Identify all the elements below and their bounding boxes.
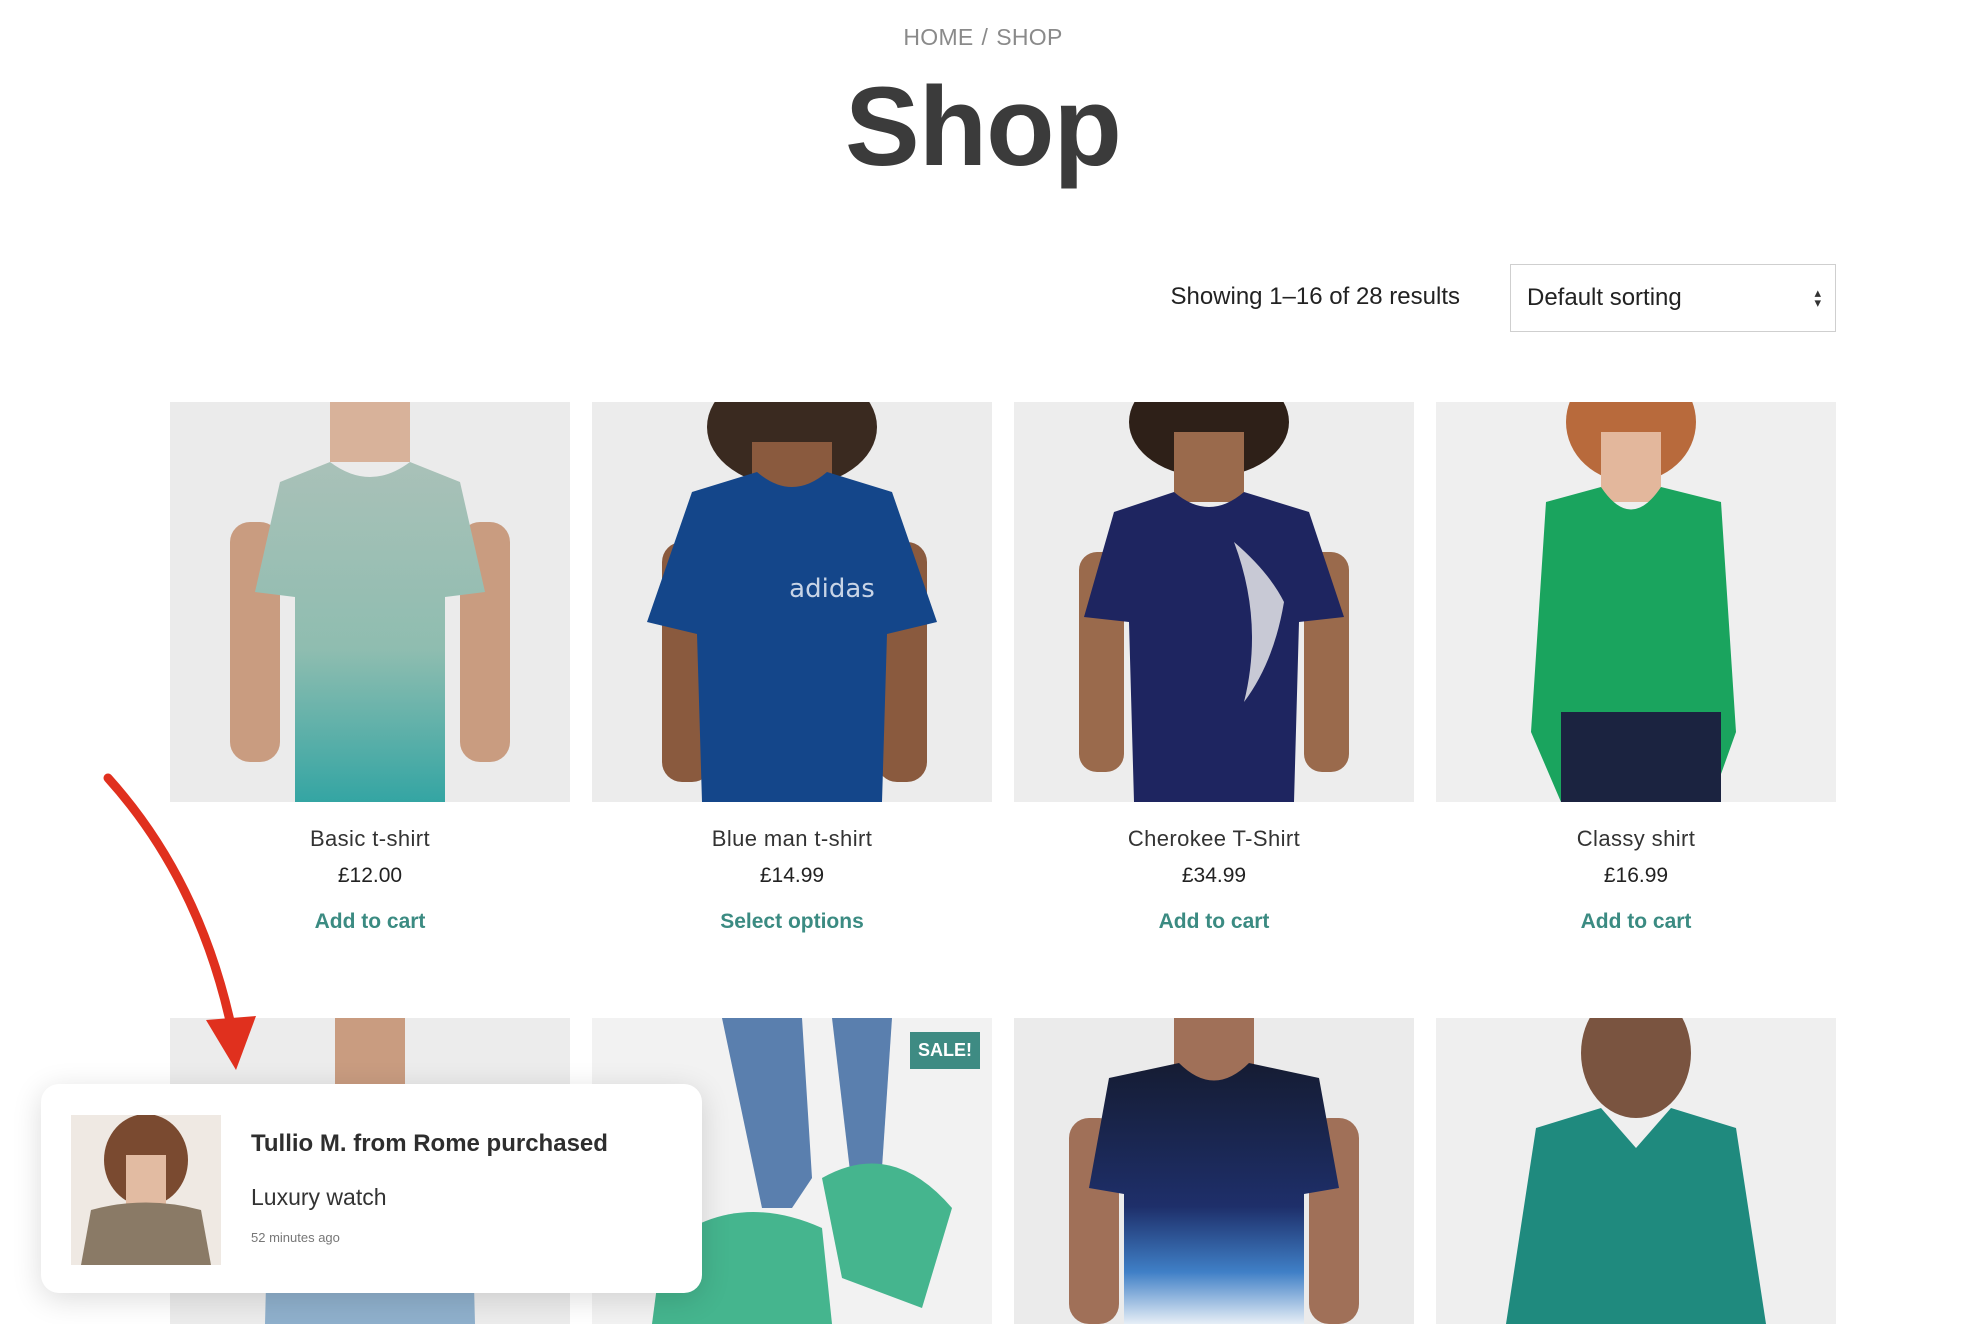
svg-text:adidas: adidas xyxy=(789,574,875,604)
product-card xyxy=(1014,1018,1414,1324)
sort-select[interactable]: Default sorting ▴ ▾ xyxy=(1510,264,1836,332)
product-card xyxy=(1436,1018,1836,1324)
product-price: £16.99 xyxy=(1603,864,1669,887)
add-to-cart-button[interactable]: Add to cart xyxy=(1436,910,1836,934)
notification-title: Tullio M. from Rome purchased xyxy=(251,1130,608,1157)
select-arrows-icon: ▴ ▾ xyxy=(1814,285,1821,310)
notification-timestamp: 52 minutes ago xyxy=(251,1230,340,1245)
product-price: £14.99 xyxy=(759,864,825,887)
breadcrumb-home-link[interactable]: HOME xyxy=(903,24,973,50)
breadcrumb-current: SHOP xyxy=(996,24,1063,50)
product-name[interactable]: Cherokee T-Shirt xyxy=(1014,826,1414,852)
product-name[interactable]: Classy shirt xyxy=(1436,826,1836,852)
annotation-arrow-icon xyxy=(103,773,256,1070)
product-name[interactable]: Blue man t-shirt xyxy=(592,826,992,852)
notification-product-thumbnail xyxy=(71,1115,221,1265)
add-to-cart-button[interactable]: Add to cart xyxy=(1014,910,1414,934)
purchase-notification[interactable]: Tullio M. from Rome purchased Luxury wat… xyxy=(41,1084,702,1293)
breadcrumb-separator: / xyxy=(981,24,989,50)
select-options-button[interactable]: Select options xyxy=(592,910,992,934)
notification-product-name[interactable]: Luxury watch xyxy=(251,1184,387,1211)
product-image[interactable]: adidas xyxy=(592,402,992,802)
product-image[interactable] xyxy=(1436,402,1836,802)
product-image[interactable] xyxy=(1014,402,1414,802)
product-image[interactable] xyxy=(1436,1018,1836,1324)
product-price: £34.99 xyxy=(1181,864,1247,887)
sort-select-value: Default sorting xyxy=(1527,284,1682,311)
product-image[interactable] xyxy=(1014,1018,1414,1324)
sale-badge: SALE! xyxy=(910,1032,980,1069)
result-count: Showing 1–16 of 28 results xyxy=(1170,283,1460,310)
